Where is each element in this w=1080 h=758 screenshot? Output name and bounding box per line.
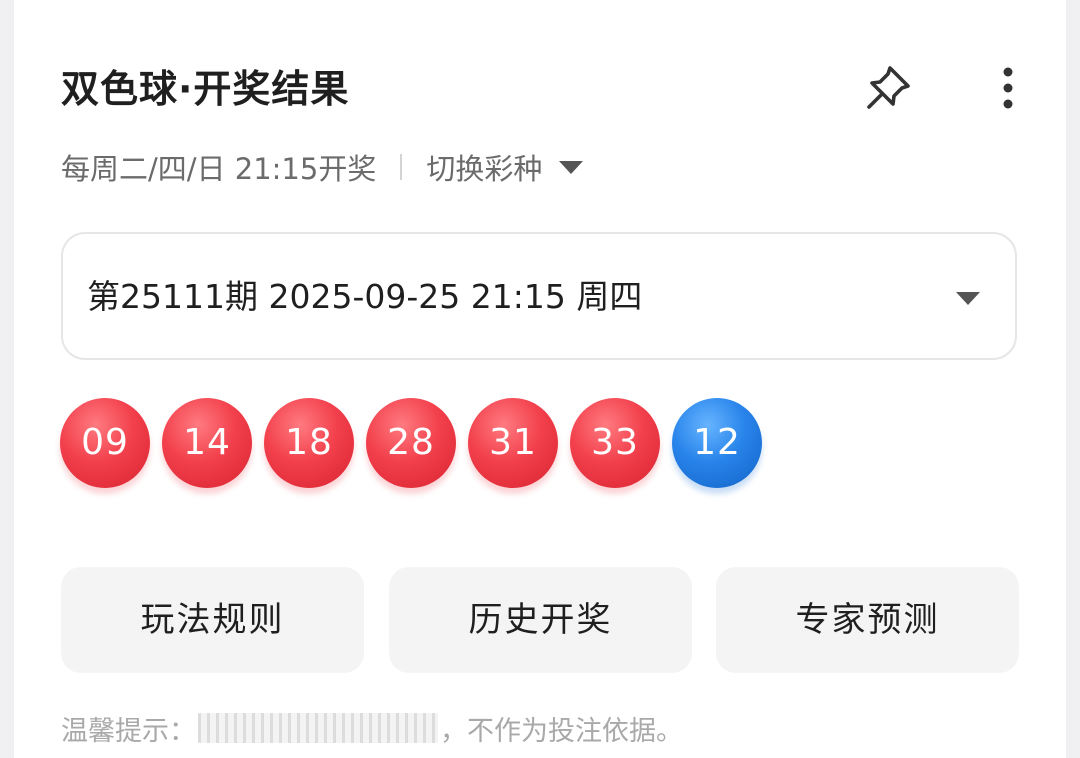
red-ball: 18 bbox=[264, 398, 354, 488]
red-ball: 09 bbox=[60, 398, 150, 488]
more-vertical-icon bbox=[1003, 67, 1013, 109]
divider bbox=[400, 154, 403, 180]
red-ball: 14 bbox=[162, 398, 252, 488]
red-ball: 28 bbox=[366, 398, 456, 488]
redacted-text bbox=[198, 713, 438, 743]
caret-down-icon bbox=[956, 292, 980, 305]
caret-down-icon bbox=[559, 161, 584, 174]
lottery-result-card: 双色球·开奖结果 每周二/四/日 21:15开奖 切换彩种 第25111期 20… bbox=[14, 0, 1066, 758]
pin-button[interactable] bbox=[860, 60, 916, 116]
tip-suffix: ，不作为投注依据。 bbox=[440, 715, 683, 747]
tip-prefix: 温馨提示： bbox=[61, 715, 196, 747]
switch-lottery-label: 切换彩种 bbox=[426, 152, 543, 186]
red-ball: 31 bbox=[468, 398, 558, 488]
red-ball: 33 bbox=[570, 398, 660, 488]
switch-lottery-button[interactable]: 切换彩种 bbox=[426, 146, 584, 188]
pin-icon bbox=[867, 66, 910, 109]
issue-text: 第25111期 2025-09-25 21:15 周四 bbox=[87, 277, 643, 316]
draw-schedule-text: 每周二/四/日 21:15开奖 bbox=[61, 152, 377, 186]
tip-text: 温馨提示： ，不作为投注依据。 bbox=[61, 706, 683, 750]
expert-prediction-button[interactable]: 专家预测 bbox=[716, 567, 1019, 673]
schedule-row: 每周二/四/日 21:15开奖 切换彩种 bbox=[61, 144, 584, 190]
card-title: 双色球·开奖结果 bbox=[61, 67, 350, 111]
blue-ball: 12 bbox=[672, 398, 762, 488]
issue-dropdown[interactable]: 第25111期 2025-09-25 21:15 周四 bbox=[61, 232, 1017, 360]
history-button[interactable]: 历史开奖 bbox=[389, 567, 692, 673]
rules-button[interactable]: 玩法规则 bbox=[61, 567, 364, 673]
more-options-button[interactable] bbox=[992, 62, 1024, 114]
